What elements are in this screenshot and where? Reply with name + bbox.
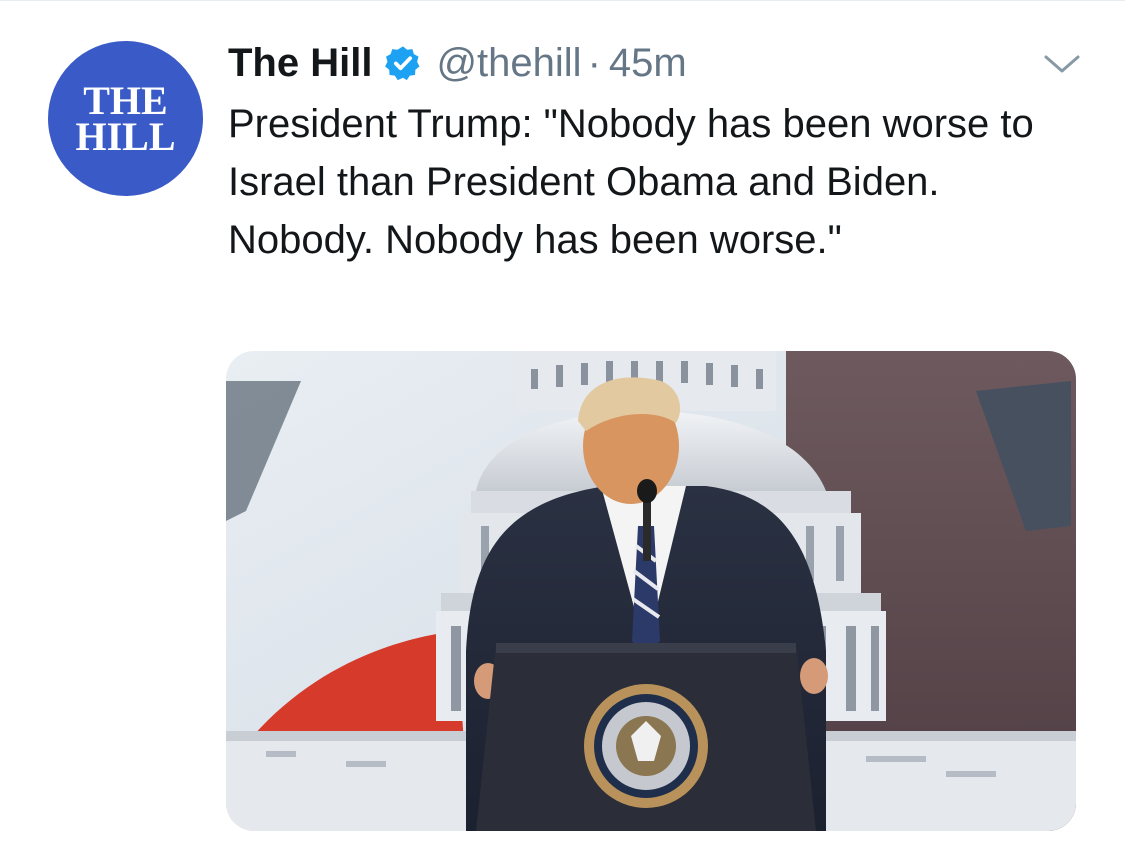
video-still xyxy=(226,351,1076,831)
tweet[interactable]: THE HILL The Hill @thehill · 45m Preside… xyxy=(0,0,1125,846)
tweet-header: The Hill @thehill · 45m xyxy=(228,37,687,89)
author-handle[interactable]: @thehill xyxy=(436,41,581,86)
separator-dot: · xyxy=(587,40,601,85)
author-name[interactable]: The Hill xyxy=(228,41,372,86)
tweet-timestamp[interactable]: 45m xyxy=(609,41,687,86)
avatar-text-line2: HILL xyxy=(75,113,176,159)
chevron-down-icon[interactable] xyxy=(1040,49,1084,79)
tweet-media-video[interactable] xyxy=(226,351,1076,831)
avatar[interactable]: THE HILL xyxy=(48,41,203,196)
tweet-text: President Trump: "Nobody has been worse … xyxy=(228,102,1034,262)
verified-badge-icon xyxy=(384,44,422,82)
